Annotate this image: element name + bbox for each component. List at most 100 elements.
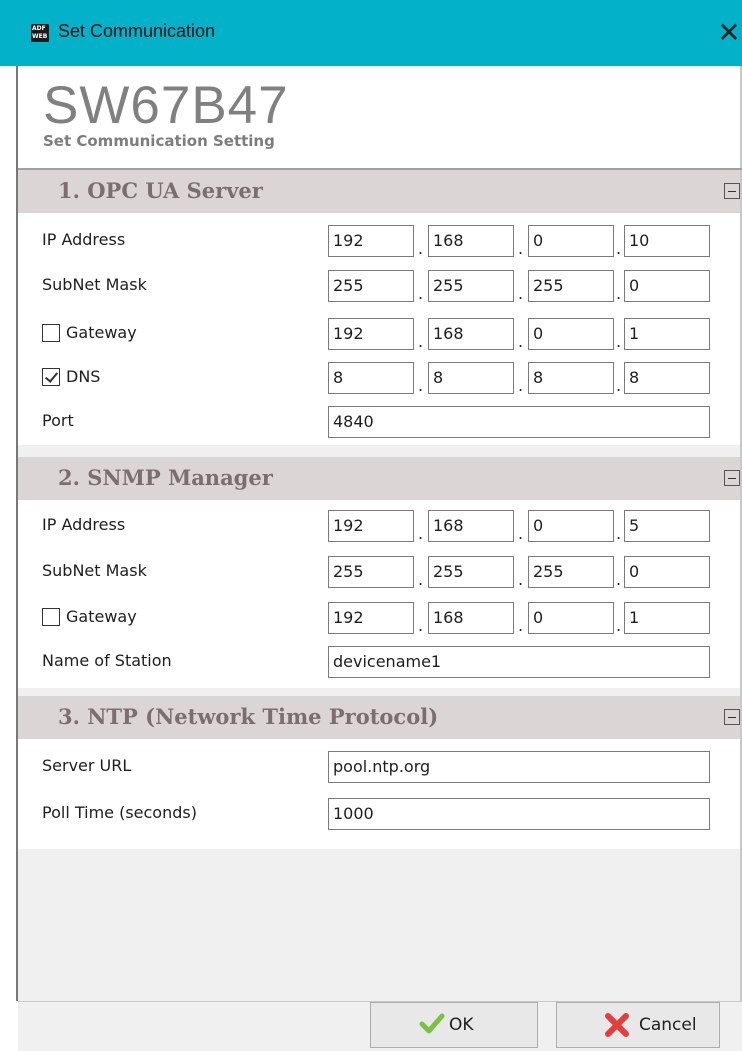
section-snmp-body: IP Address 192 . 168 . 0 . 5 SubNet Mask… [18,500,740,688]
snmp-ip-row: IP Address 192 . 168 . 0 . 5 [18,504,740,548]
device-title: SW67B47 [43,76,289,135]
x-icon [605,1013,629,1037]
ip-octet-1-input[interactable]: 192 [328,225,414,257]
gateway-octet-4-input[interactable]: 1 [624,602,710,634]
ip-octet-2-input[interactable]: 168 [428,510,514,542]
octet-separator: . [418,239,424,258]
dns-octet-3-input[interactable]: 8 [528,362,614,394]
checkbox-label: Gateway [66,607,137,626]
gateway-octet-1-input[interactable]: 192 [328,602,414,634]
app-logo-icon: ADF WEB [31,24,49,42]
mask-octet-2-input[interactable]: 255 [428,556,514,588]
mask-octet-4-input[interactable]: 0 [624,556,710,588]
gateway-checkbox[interactable] [42,324,60,342]
opcua-mask-row: SubNet Mask 255 . 255 . 255 . 0 [18,264,740,308]
logo-text-top: ADF [32,25,46,32]
section-ntp-header[interactable]: 3. NTP (Network Time Protocol) [18,696,740,739]
mask-octet-2-input[interactable]: 255 [428,270,514,302]
close-icon[interactable]: ✕ [716,16,742,50]
ip-octet-3-input[interactable]: 0 [528,225,614,257]
dns-octet-4-input[interactable]: 8 [624,362,710,394]
page-subtitle: Set Communication Setting [43,132,275,150]
poll-time-input[interactable]: 1000 [328,798,710,830]
port-input[interactable]: 4840 [328,406,710,438]
field-label: Name of Station [42,651,172,670]
mask-octet-3-input[interactable]: 255 [528,556,614,588]
octet-separator: . [518,376,524,395]
dns-checkbox[interactable] [42,368,60,386]
field-label: SubNet Mask [42,561,147,580]
snmp-gateway-row: Gateway 192 . 168 . 0 . 1 [18,596,740,640]
octet-separator: . [518,524,524,543]
cancel-label: Cancel [639,1015,697,1035]
logo-text-bottom: WEB [32,33,48,40]
ntp-url-row: Server URL pool.ntp.org [18,745,740,789]
mask-octet-4-input[interactable]: 0 [624,270,710,302]
ok-button[interactable]: OK [370,1002,538,1048]
snmp-station-row: Name of Station devicename1 [18,640,740,684]
octet-separator: . [518,332,524,351]
mask-octet-3-input[interactable]: 255 [528,270,614,302]
station-name-input[interactable]: devicename1 [328,646,710,678]
octet-separator: . [616,376,622,395]
window-title: Set Communication [58,21,216,41]
gateway-octet-2-input[interactable]: 168 [428,318,514,350]
collapse-icon[interactable] [724,183,740,199]
collapse-icon[interactable] [724,709,740,725]
dns-octet-2-input[interactable]: 8 [428,362,514,394]
octet-separator: . [616,239,622,258]
section-opcua-header[interactable]: 1. OPC UA Server [18,170,740,213]
snmp-mask-row: SubNet Mask 255 . 255 . 255 . 0 [18,550,740,594]
ip-octet-2-input[interactable]: 168 [428,225,514,257]
section-snmp-header[interactable]: 2. SNMP Manager [18,457,740,500]
settings-panel: 1. OPC UA Server IP Address 192 . 168 . … [18,170,740,1001]
octet-separator: . [518,570,524,589]
ip-octet-3-input[interactable]: 0 [528,510,614,542]
field-label: Port [42,411,74,430]
field-label: IP Address [42,515,126,534]
ip-octet-1-input[interactable]: 192 [328,510,414,542]
opcua-gateway-row: Gateway 192 . 168 . 0 . 1 [18,312,740,356]
octet-separator: . [616,332,622,351]
section-opcua-body: IP Address 192 . 168 . 0 . 10 SubNet Mas… [18,213,740,445]
checkbox-label: Gateway [66,323,137,342]
cancel-button[interactable]: Cancel [556,1002,720,1048]
gateway-octet-4-input[interactable]: 1 [624,318,710,350]
gateway-octet-1-input[interactable]: 192 [328,318,414,350]
octet-separator: . [418,524,424,543]
ok-label: OK [449,1015,474,1035]
octet-separator: . [518,284,524,303]
field-label: SubNet Mask [42,275,147,294]
octet-separator: . [418,284,424,303]
octet-separator: . [616,570,622,589]
mask-octet-1-input[interactable]: 255 [328,270,414,302]
server-url-input[interactable]: pool.ntp.org [328,751,710,783]
section-title: 3. NTP (Network Time Protocol) [58,704,439,729]
collapse-icon[interactable] [724,470,740,486]
octet-separator: . [418,616,424,635]
octet-separator: . [616,616,622,635]
checkbox-label: DNS [66,367,101,386]
gateway-octet-3-input[interactable]: 0 [528,602,614,634]
gateway-octet-3-input[interactable]: 0 [528,318,614,350]
octet-separator: . [518,616,524,635]
section-title: 1. OPC UA Server [58,178,263,203]
opcua-ip-row: IP Address 192 . 168 . 0 . 10 [18,219,740,263]
octet-separator: . [616,284,622,303]
ip-octet-4-input[interactable]: 10 [624,225,710,257]
title-bar: ADF WEB Set Communication ✕ [0,0,742,66]
gateway-checkbox[interactable] [42,608,60,626]
ip-octet-4-input[interactable]: 5 [624,510,710,542]
octet-separator: . [616,524,622,543]
dns-octet-1-input[interactable]: 8 [328,362,414,394]
opcua-dns-row: DNS 8 . 8 . 8 . 8 [18,356,740,400]
checkmark-icon [419,1013,445,1034]
octet-separator: . [418,376,424,395]
mask-octet-1-input[interactable]: 255 [328,556,414,588]
ntp-poll-row: Poll Time (seconds) 1000 [18,792,740,836]
field-label: IP Address [42,230,126,249]
gateway-octet-2-input[interactable]: 168 [428,602,514,634]
octet-separator: . [418,570,424,589]
opcua-port-row: Port 4840 [18,400,740,444]
header: SW67B47 Set Communication Setting [18,66,740,170]
